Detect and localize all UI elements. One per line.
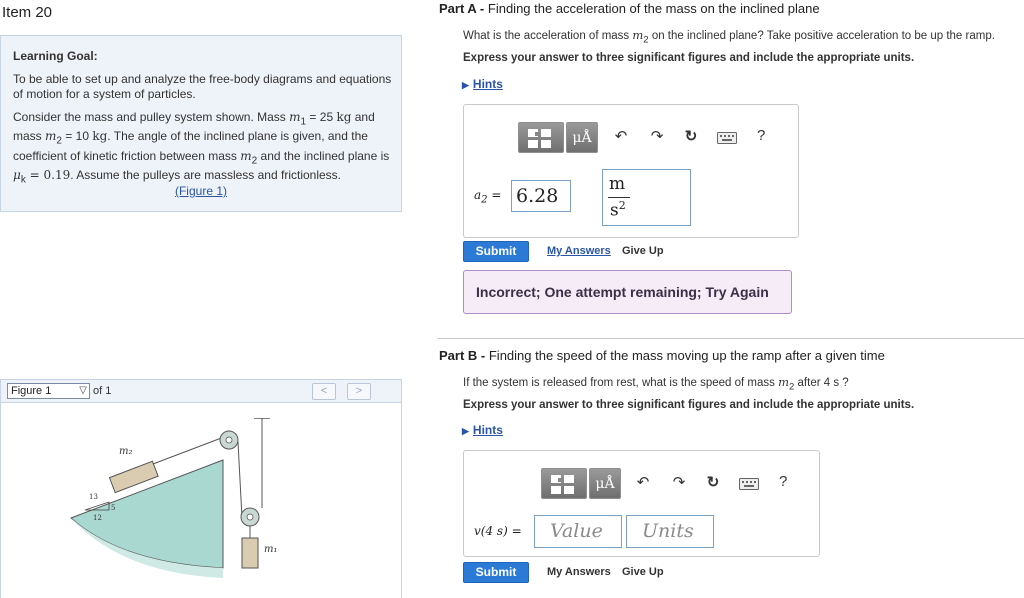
unit-den-exp: 2 xyxy=(618,199,626,212)
part-a-hints[interactable]: ▶ Hints xyxy=(462,77,503,91)
part-b-variable-label: v(4 s) = xyxy=(474,524,522,538)
reset-icon[interactable]: ↻ xyxy=(702,473,724,491)
units-button[interactable]: μÅ xyxy=(589,468,621,499)
expand-triangle-icon: ▶ xyxy=(462,80,469,90)
figure-link[interactable]: (Figure 1) xyxy=(1,184,401,198)
redo-icon[interactable]: ↷ xyxy=(668,473,690,491)
problem-intro: Consider the mass and pulley system show… xyxy=(13,110,286,124)
part-b-instructions: Express your answer to three significant… xyxy=(463,399,915,411)
m2-symbol: m xyxy=(45,129,57,144)
help-icon[interactable]: ? xyxy=(779,473,787,490)
part-b-units-input[interactable]: Units xyxy=(626,515,714,548)
label-m1: m₁ xyxy=(264,544,278,555)
part-b-label: Part B - xyxy=(439,348,486,363)
help-icon[interactable]: ? xyxy=(757,127,765,144)
chevron-down-icon: ▽ xyxy=(79,385,87,396)
part-a-title: Part A - Finding the acceleration of the… xyxy=(439,1,820,16)
figure-panel: Figure 1 ▽ of 1 < > 13 5 12 m₂ m₁ xyxy=(0,379,402,598)
figure-next-button[interactable]: > xyxy=(347,383,371,400)
slope-label-hyp: 13 xyxy=(89,493,98,501)
learning-goal-panel: Learning Goal: To be able to set up and … xyxy=(0,35,402,212)
slope-label-adj: 12 xyxy=(93,514,102,522)
part-a-question: What is the acceleration of mass m2 on t… xyxy=(463,28,1024,45)
m2b-symbol: m xyxy=(240,148,252,163)
undo-icon[interactable]: ↶ xyxy=(610,127,632,145)
unit-den-base: s xyxy=(610,200,619,221)
figure-header: Figure 1 ▽ of 1 < > xyxy=(1,380,401,403)
slope-label-opp: 5 xyxy=(111,504,115,512)
learning-goal-text: To be able to set up and analyze the fre… xyxy=(13,72,392,101)
part-a-label: Part A - xyxy=(439,1,485,16)
part-b-title: Part B - Finding the speed of the mass m… xyxy=(439,348,885,363)
part-b-question-post: after 4 s ? xyxy=(794,377,849,389)
fraction-bar xyxy=(608,197,630,198)
templates-button[interactable] xyxy=(518,122,564,153)
part-a-feedback: Incorrect; One attempt remaining; Try Ag… xyxy=(463,270,792,314)
part-a-question-pre: What is the acceleration of mass xyxy=(463,30,633,42)
m1-eq: = 25 xyxy=(306,110,337,124)
figure-select-value: Figure 1 xyxy=(11,385,52,397)
section-divider xyxy=(438,338,1024,339)
part-a-my-answers-link[interactable]: My Answers xyxy=(547,245,611,257)
units-button[interactable]: μÅ xyxy=(566,122,598,153)
m1-symbol: m xyxy=(289,110,301,124)
part-a-title-text: Finding the acceleration of the mass on … xyxy=(487,1,820,16)
templates-button[interactable] xyxy=(541,468,587,499)
part-b-question-sym: m xyxy=(778,375,790,389)
part-b-answer-panel: μÅ ↶ ↷ ↻ ? v(4 s) = Value Units xyxy=(463,450,820,557)
part-b-my-answers-link[interactable]: My Answers xyxy=(547,566,611,578)
unit-numerator: m xyxy=(609,174,626,194)
part-b-value-input[interactable]: Value xyxy=(534,515,622,548)
m1-unit: kg xyxy=(336,110,352,124)
part-a-give-up-link[interactable]: Give Up xyxy=(622,245,664,257)
problem-statement: Consider the mass and pulley system show… xyxy=(13,110,393,188)
m2-eq: = 10 xyxy=(61,129,93,144)
part-b-submit-button[interactable]: Submit xyxy=(463,562,529,583)
part-a-hints-label: Hints xyxy=(472,77,503,91)
part-b-give-up-link[interactable]: Give Up xyxy=(622,566,664,578)
part-a-units-input[interactable]: m s2 xyxy=(602,169,691,226)
unit-denominator: s2 xyxy=(610,199,626,221)
figure-count: of 1 xyxy=(93,385,112,397)
part-a-var-eq: = xyxy=(487,188,502,202)
part-a-submit-button[interactable]: Submit xyxy=(463,241,529,262)
part-a-question-post: on the inclined plane? Take positive acc… xyxy=(648,30,995,42)
figure-prev-button[interactable]: < xyxy=(312,383,336,400)
rope-incline xyxy=(152,436,225,465)
reset-icon[interactable]: ↻ xyxy=(680,127,702,145)
pulley-figure: 13 5 12 m₂ m₁ xyxy=(70,418,278,578)
mu-symbol: μ xyxy=(13,168,21,183)
part-a-answer-panel: μÅ ↶ ↷ ↻ ? a2 = 6.28 m s2 xyxy=(463,104,799,238)
figure-select[interactable]: Figure 1 ▽ xyxy=(7,383,90,399)
part-b-hints[interactable]: ▶ Hints xyxy=(462,423,503,437)
part-b-hints-label: Hints xyxy=(472,423,503,437)
problem-rest3: . Assume the pulleys are massless and fr… xyxy=(70,168,342,183)
templates-icon xyxy=(551,475,574,494)
part-a-instructions: Express your answer to three significant… xyxy=(463,52,915,64)
part-a-question-sym: m xyxy=(632,28,644,42)
label-m2: m₂ xyxy=(119,446,133,457)
mu-value: = 0.19 xyxy=(25,168,71,183)
keyboard-icon[interactable] xyxy=(717,132,737,144)
problem-rest2: and the inclined plane is xyxy=(257,148,390,163)
part-a-variable-label: a2 = xyxy=(474,188,501,205)
expand-triangle-icon: ▶ xyxy=(462,426,469,436)
part-b-question: If the system is released from rest, wha… xyxy=(463,375,849,392)
item-title: Item 20 xyxy=(2,4,53,21)
m2-unit: kg xyxy=(92,129,108,144)
learning-goal-heading: Learning Goal: xyxy=(13,49,98,63)
part-b-question-pre: If the system is released from rest, wha… xyxy=(463,377,779,389)
keyboard-icon[interactable] xyxy=(739,478,759,490)
block-m1 xyxy=(241,537,259,569)
templates-icon xyxy=(528,129,551,148)
undo-icon[interactable]: ↶ xyxy=(632,473,654,491)
part-a-value-input[interactable]: 6.28 xyxy=(511,180,571,212)
part-b-title-text: Finding the speed of the mass moving up … xyxy=(488,348,885,363)
redo-icon[interactable]: ↷ xyxy=(646,127,668,145)
